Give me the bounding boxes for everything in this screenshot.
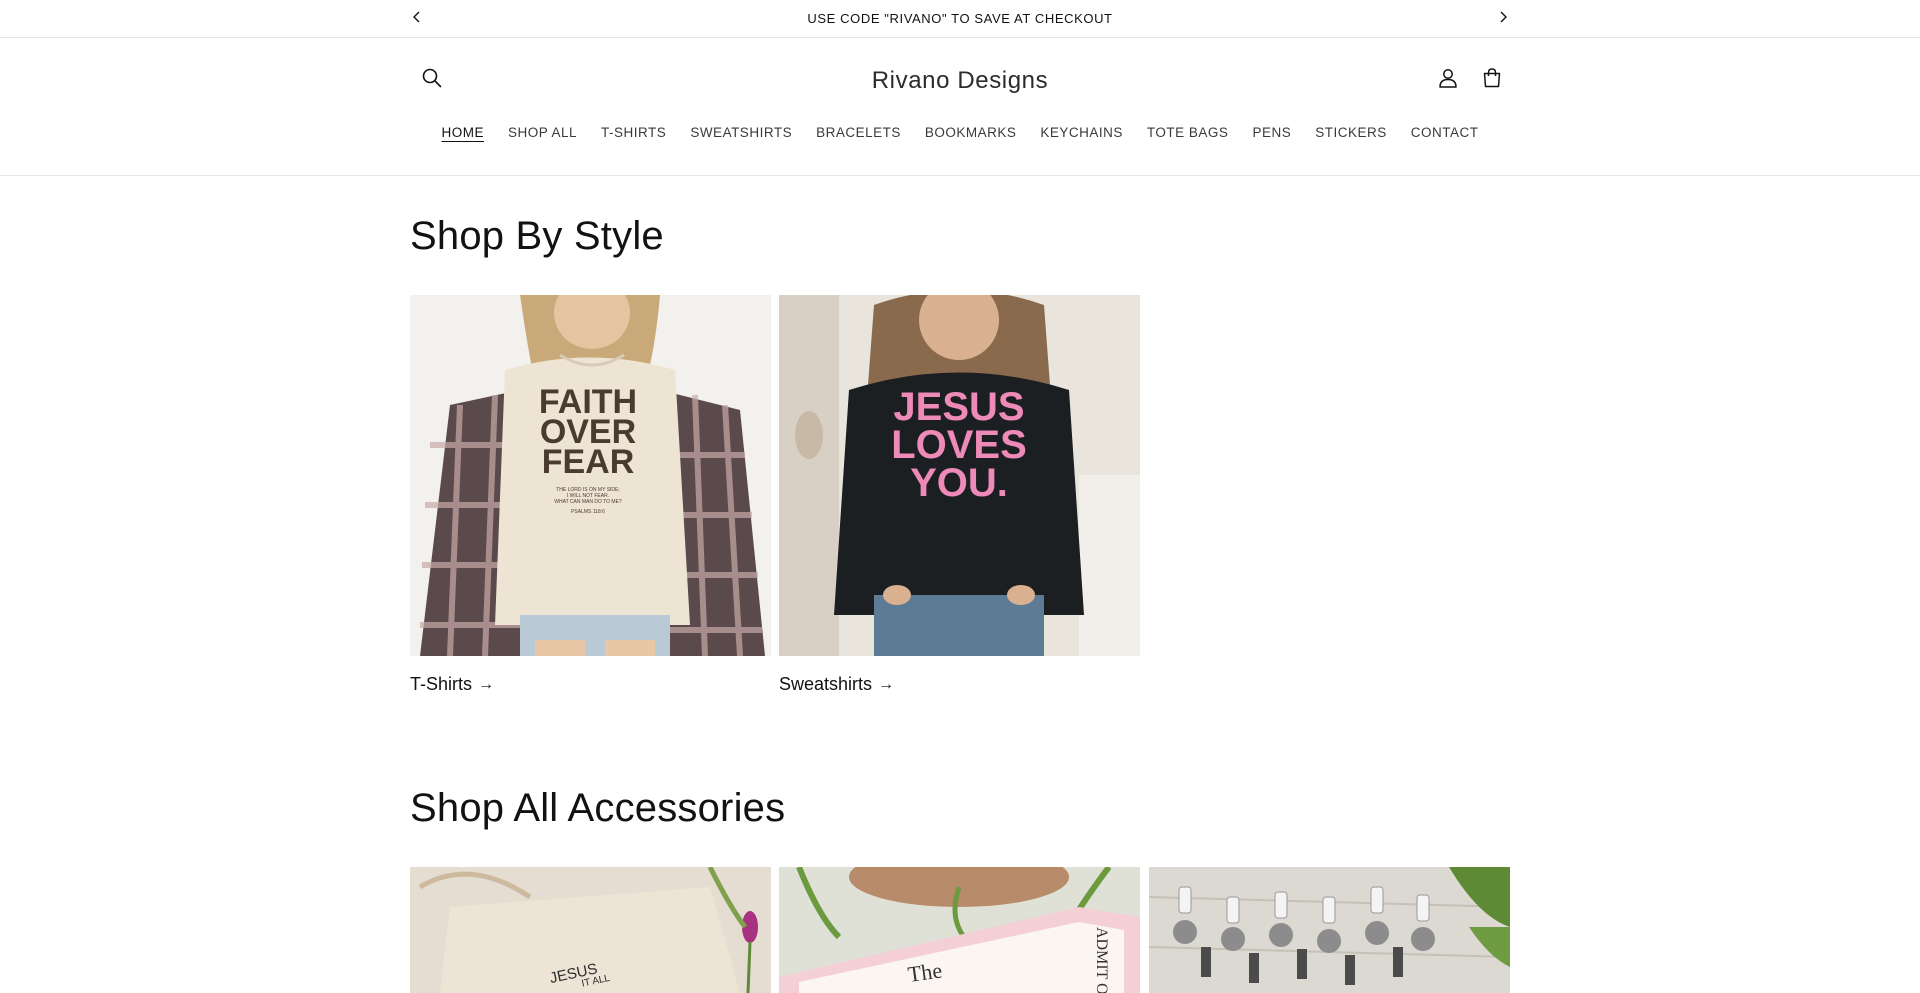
t-shirts-label: T-Shirts (410, 674, 473, 694)
sweatshirt-print-line-3: YOU. (910, 461, 1008, 505)
brand-logo[interactable]: Rivano Designs (760, 67, 1160, 95)
nav-item-shop-all[interactable]: SHOP ALL (496, 125, 589, 140)
collection-card-t-shirts[interactable]: FAITH OVER FEAR THE LORD IS ON MY SIDE; … (410, 295, 771, 695)
announcement-bar: USE CODE "RIVANO" TO SAVE AT CHECKOUT (0, 0, 1920, 38)
t-shirts-link[interactable]: T-Shirts → (410, 674, 771, 695)
search-button[interactable] (412, 60, 452, 100)
shirt-print-line-3: FEAR (542, 443, 635, 481)
nav-item-stickers[interactable]: STICKERS (1303, 125, 1399, 140)
cart-button[interactable] (1472, 60, 1512, 100)
nav-item-bracelets[interactable]: BRACELETS (804, 125, 913, 140)
main-nav: HOME SHOP ALL T-SHIRTS SWEATSHIRTS BRACE… (0, 125, 1920, 140)
bookmark-print-line-2: ADMIT O (1093, 927, 1110, 993)
shirt-print-small-4: PSALMS 118:6 (571, 509, 605, 515)
chevron-right-icon (1498, 10, 1508, 28)
t-shirts-image[interactable]: FAITH OVER FEAR THE LORD IS ON MY SIDE; … (410, 295, 771, 656)
collection-card-sweatshirts[interactable]: JESUS LOVES YOU. Sweatshirts → (779, 295, 1140, 695)
accessory-card-tote-bag[interactable]: JESUS IT ALL (410, 867, 771, 993)
site-header: Rivano Designs HOME SHOP ALL T-SHIRTS SW… (0, 39, 1920, 176)
section-title-shop-by-style: Shop By Style (410, 214, 664, 258)
nav-item-t-shirts[interactable]: T-SHIRTS (589, 125, 678, 140)
nav-item-pens[interactable]: PENS (1240, 125, 1303, 140)
accessory-card-bookmark[interactable]: The ADMIT O (779, 867, 1140, 993)
account-button[interactable] (1428, 60, 1468, 100)
announcement-next-button[interactable] (1492, 8, 1514, 30)
bookmark-print-line-1: The (906, 957, 943, 987)
sweatshirts-link[interactable]: Sweatshirts → (779, 674, 1140, 695)
nav-item-keychains[interactable]: KEYCHAINS (1028, 125, 1135, 140)
nav-item-bookmarks[interactable]: BOOKMARKS (913, 125, 1029, 140)
shirt-print-small-3: WHAT CAN MAN DO TO ME? (554, 499, 622, 505)
search-icon (421, 67, 443, 94)
accessory-card-keychains[interactable] (1149, 867, 1510, 993)
section-title-shop-all-accessories: Shop All Accessories (410, 786, 786, 830)
announcement-text: USE CODE "RIVANO" TO SAVE AT CHECKOUT (807, 11, 1113, 26)
arrow-right-icon: → (878, 675, 895, 693)
nav-item-home[interactable]: HOME (430, 125, 497, 140)
nav-item-tote-bags[interactable]: TOTE BAGS (1135, 125, 1241, 140)
account-icon (1437, 67, 1459, 94)
arrow-right-icon: → (478, 675, 495, 693)
nav-item-sweatshirts[interactable]: SWEATSHIRTS (678, 125, 804, 140)
sweatshirts-image[interactable]: JESUS LOVES YOU. (779, 295, 1140, 656)
sweatshirts-label: Sweatshirts (779, 674, 873, 694)
cart-icon (1481, 67, 1503, 94)
nav-item-contact[interactable]: CONTACT (1399, 125, 1491, 140)
